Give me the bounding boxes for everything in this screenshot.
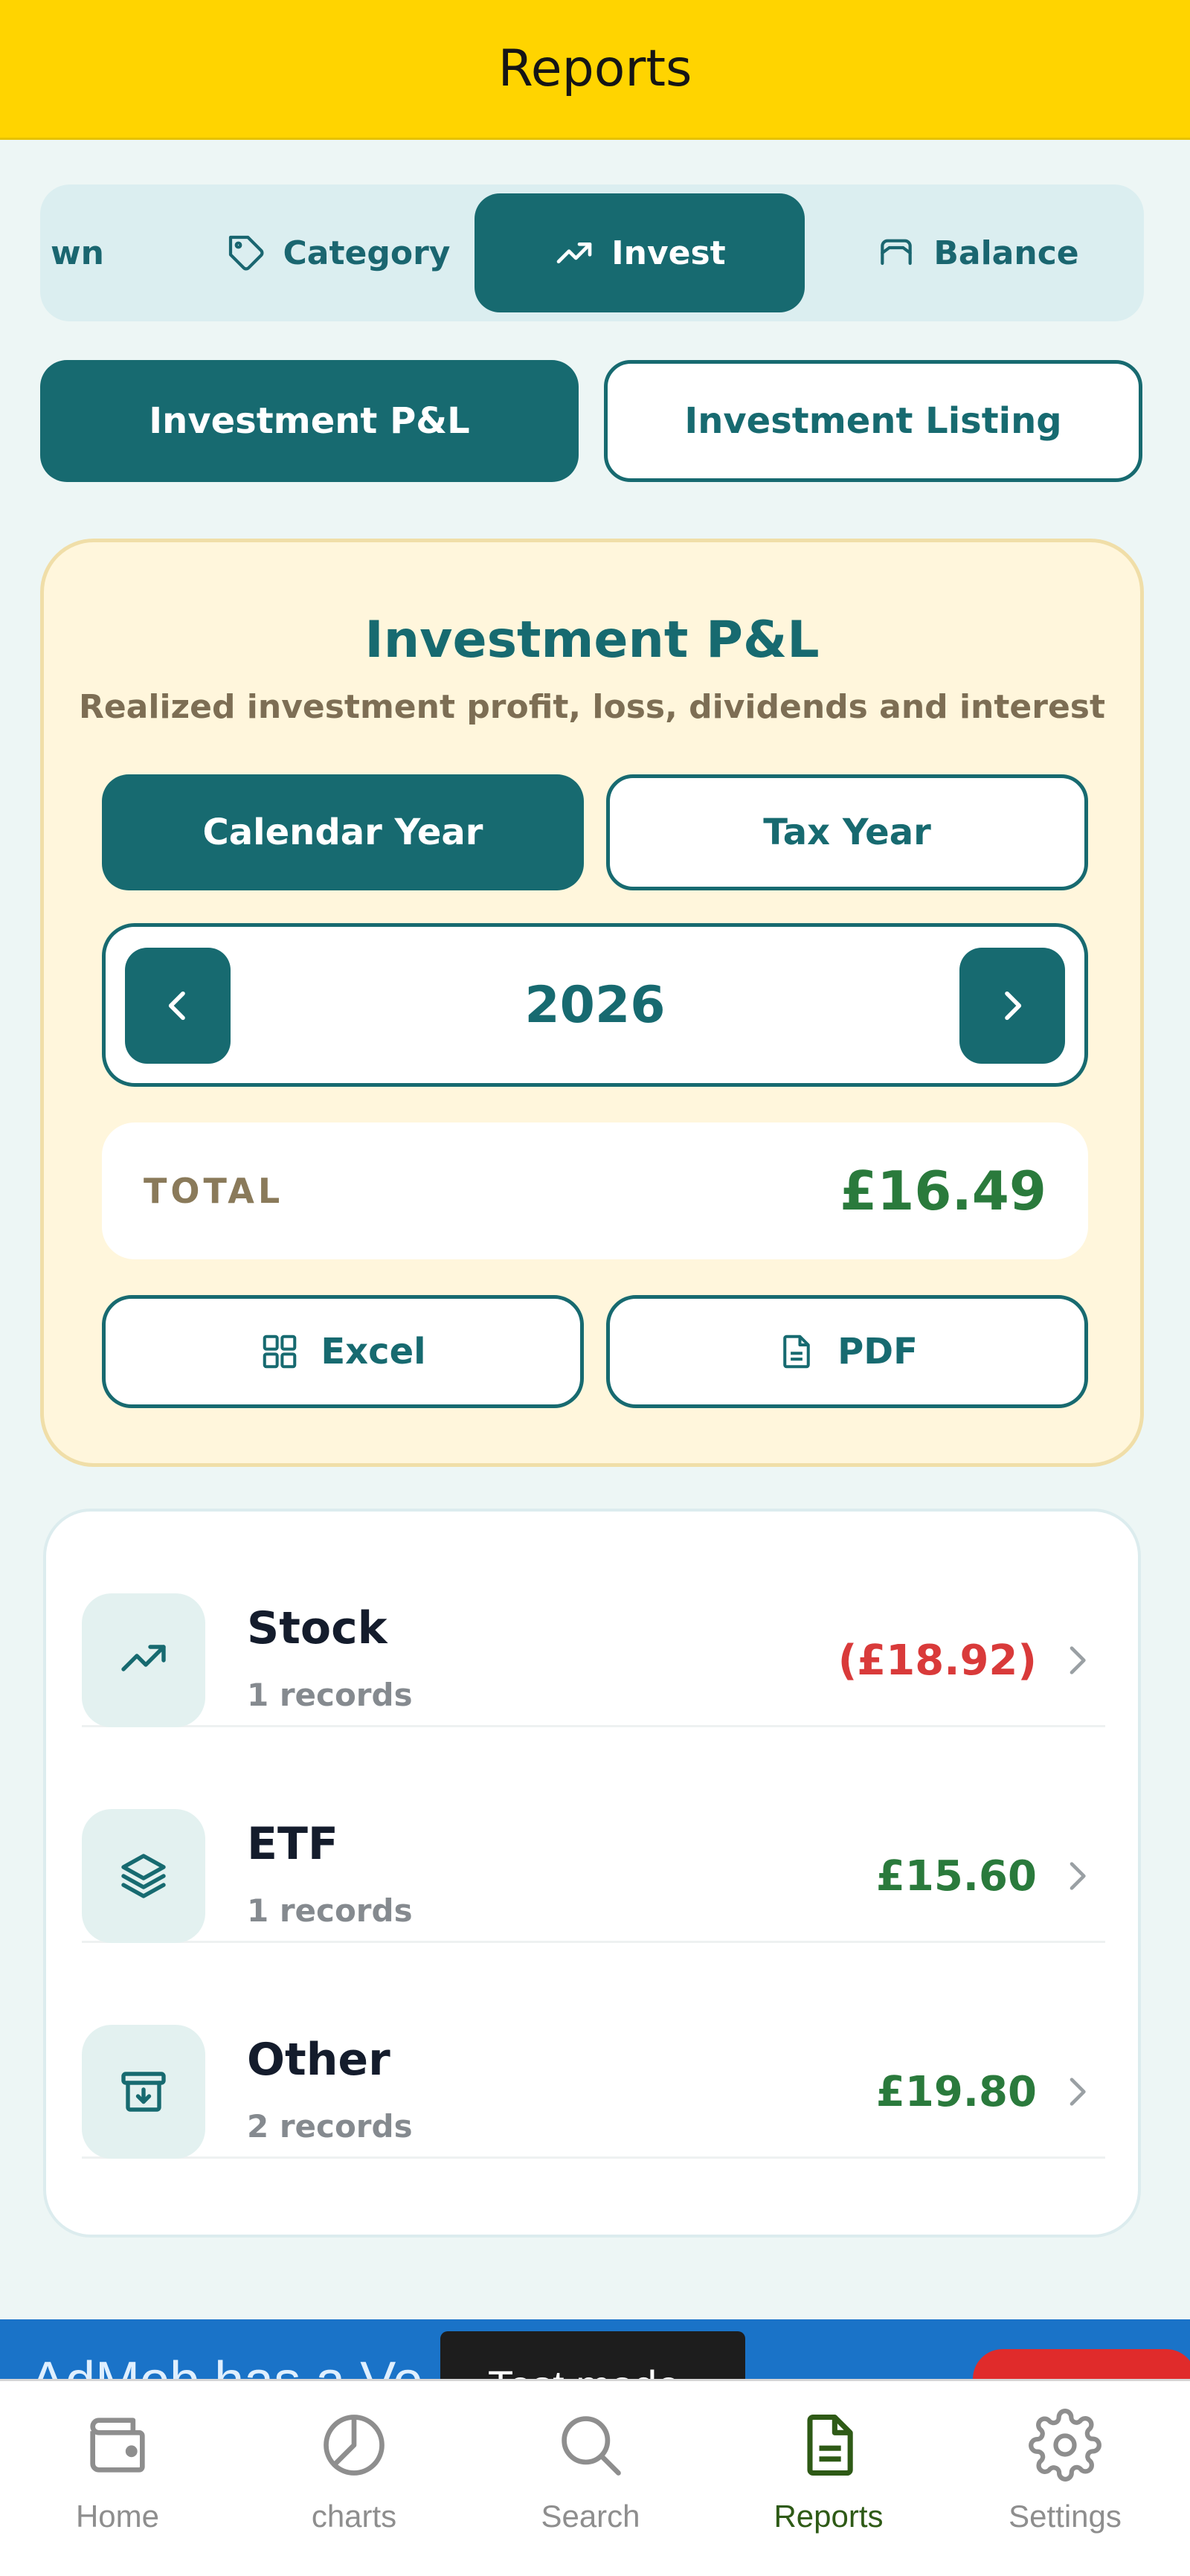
- total-value: £16.49: [840, 1160, 1046, 1222]
- tab-balance-label: Balance: [933, 234, 1079, 272]
- trending-up-icon: [556, 242, 592, 263]
- list-item[interactable]: Other 2 records £19.80: [82, 1943, 1105, 2159]
- gear-icon: [1029, 2409, 1101, 2482]
- year-value: 2026: [524, 975, 666, 1035]
- list-item[interactable]: ETF 1 records £15.60: [82, 1727, 1105, 1943]
- grid-icon: [263, 1334, 297, 1369]
- layers-icon: [121, 1854, 166, 1898]
- ad-cta-button[interactable]: [973, 2349, 1190, 2379]
- list-item-name: Stock: [247, 1602, 387, 1654]
- search-icon: [562, 2416, 621, 2476]
- archive-icon: [121, 2072, 166, 2112]
- total-summary: TOTAL £16.49: [102, 1122, 1088, 1259]
- file-icon: [783, 1334, 810, 1369]
- tab-category[interactable]: Category: [181, 193, 494, 312]
- tab-invest[interactable]: Invest: [475, 193, 805, 312]
- list-item-icon-box: [82, 1809, 205, 1943]
- tab-charts-label: charts: [311, 2499, 397, 2534]
- pie-chart-icon: [324, 2415, 385, 2476]
- list-item-icon-box: [82, 1593, 205, 1727]
- tab-search[interactable]: Search: [501, 2408, 680, 2557]
- calendar-year-button[interactable]: Calendar Year: [102, 774, 584, 890]
- tab-overview-label: wn: [51, 234, 104, 272]
- list-item-amount: £19.80: [875, 2068, 1037, 2116]
- chevron-right-icon: [1070, 1862, 1086, 1890]
- total-label: TOTAL: [144, 1171, 284, 1211]
- list-item-records: 1 records: [247, 1892, 413, 1929]
- tab-investment-pl[interactable]: Investment P&L: [40, 360, 579, 482]
- page-title: Reports: [498, 39, 692, 98]
- list-item-amount: £15.60: [875, 1852, 1037, 1901]
- tab-settings-label: Settings: [1009, 2499, 1122, 2534]
- export-pdf-button[interactable]: PDF: [606, 1295, 1088, 1408]
- list-item-icon-box: [82, 2025, 205, 2159]
- tab-settings[interactable]: Settings: [976, 2408, 1154, 2557]
- tag-icon: [228, 235, 263, 271]
- year-selector: 2026: [102, 923, 1088, 1087]
- list-item-amount: (£18.92): [837, 1637, 1037, 1685]
- tax-year-button[interactable]: Tax Year: [606, 774, 1088, 890]
- tab-balance[interactable]: Balance: [829, 193, 1126, 312]
- export-pdf-label: PDF: [837, 1331, 918, 1372]
- app-header: Reports: [0, 0, 1190, 140]
- list-item-records: 2 records: [247, 2108, 413, 2145]
- chevron-right-icon: [1070, 1646, 1086, 1674]
- trending-up-icon: [121, 1645, 166, 1671]
- tab-category-label: Category: [283, 234, 451, 272]
- tab-home[interactable]: Home: [28, 2408, 207, 2557]
- export-excel-button[interactable]: Excel: [102, 1295, 584, 1408]
- investment-category-list: Stock 1 records (£18.92) ETF 1 records £…: [43, 1509, 1141, 2238]
- list-item-records: 1 records: [247, 1677, 413, 1713]
- chevron-left-icon: [168, 991, 185, 1021]
- investment-pl-card: Investment P&L Realized investment profi…: [40, 539, 1144, 1467]
- tab-reports-label: Reports: [774, 2499, 884, 2534]
- tab-reports[interactable]: Reports: [739, 2408, 918, 2557]
- tab-overview[interactable]: wn: [40, 193, 144, 312]
- report-type-tabs: wn Category Invest Balance: [40, 184, 1144, 321]
- wallet-icon: [90, 2418, 145, 2473]
- ad-banner[interactable]: AdMob has a Vo Test mode: [0, 2319, 1190, 2379]
- balance-icon: [881, 239, 913, 266]
- card-title: Investment P&L: [364, 611, 820, 669]
- bottom-tab-bar: Home charts Search Reports Settings: [0, 2379, 1190, 2576]
- next-year-button[interactable]: [959, 948, 1065, 1064]
- ad-test-mode-label: Test mode: [440, 2331, 745, 2379]
- tab-charts[interactable]: charts: [265, 2408, 443, 2557]
- tab-investment-listing[interactable]: Investment Listing: [604, 360, 1142, 482]
- list-item-name: ETF: [247, 1818, 338, 1870]
- export-excel-label: Excel: [321, 1331, 426, 1372]
- tab-invest-label: Invest: [611, 234, 726, 272]
- list-item-name: Other: [247, 2034, 390, 2086]
- previous-year-button[interactable]: [125, 948, 231, 1064]
- document-icon: [807, 2414, 853, 2476]
- chevron-right-icon: [1070, 2078, 1086, 2106]
- list-item[interactable]: Stock 1 records (£18.92): [82, 1512, 1105, 1727]
- tab-search-label: Search: [541, 2499, 640, 2534]
- card-subtitle: Realized investment profit, loss, divide…: [78, 688, 1106, 726]
- tab-home-label: Home: [75, 2499, 160, 2534]
- ad-text: AdMob has a Vo: [30, 2351, 422, 2379]
- chevron-right-icon: [1005, 991, 1022, 1021]
